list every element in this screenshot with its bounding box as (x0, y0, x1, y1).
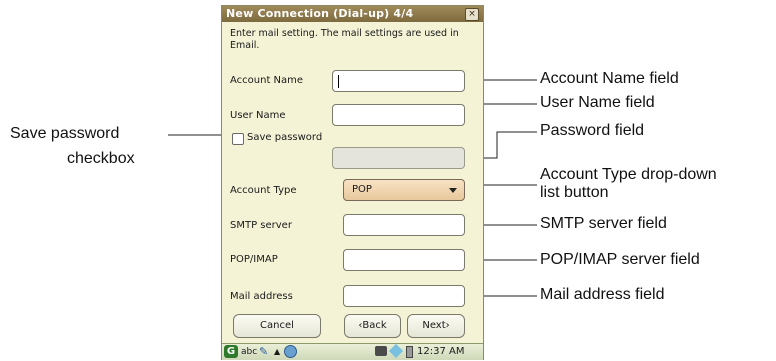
user-name-label: User Name (230, 110, 286, 121)
arrow-up-icon[interactable]: ▲ (274, 347, 280, 356)
battery-icon (406, 346, 413, 358)
save-password-checkbox[interactable] (232, 133, 244, 145)
account-name-label: Account Name (230, 75, 304, 86)
callout-account-type-1: Account Type drop-down (540, 166, 717, 183)
callout-user-name: User Name field (540, 94, 655, 111)
mail-address-label: Mail address (230, 291, 293, 302)
callout-pop-imap: POP/IMAP server field (540, 251, 700, 268)
callout-account-name: Account Name field (540, 70, 679, 87)
account-type-value: POP (352, 184, 372, 195)
save-password-label: Save password (247, 132, 323, 143)
pop-imap-field[interactable] (343, 249, 465, 271)
input-mode-indicator[interactable]: abc (241, 347, 257, 357)
smtp-server-field[interactable] (343, 214, 465, 236)
user-name-field[interactable] (332, 104, 465, 126)
callout-smtp: SMTP server field (540, 215, 667, 232)
title-bar: New Connection (Dial-up) 4/4 × (222, 6, 483, 22)
connection-icon[interactable] (388, 343, 404, 359)
taskbar: G abc ✎ ▲ 12:37 AM (222, 343, 483, 360)
text-caret (338, 75, 339, 88)
network-icon[interactable] (284, 345, 297, 358)
start-icon[interactable]: G (224, 345, 238, 358)
account-type-dropdown[interactable]: POP (343, 179, 465, 201)
back-button[interactable]: ‹Back (344, 314, 401, 338)
callout-password: Password field (540, 122, 645, 139)
account-type-label: Account Type (230, 185, 297, 196)
callout-save-password-2: checkbox (67, 150, 135, 167)
chevron-down-icon (449, 188, 457, 193)
close-icon[interactable]: × (465, 8, 479, 21)
window-title: New Connection (Dial-up) 4/4 (226, 7, 414, 20)
callout-save-password-1: Save password (10, 125, 120, 142)
smtp-server-label: SMTP server (230, 220, 292, 231)
cancel-button[interactable]: Cancel (233, 314, 321, 338)
password-field (332, 147, 465, 169)
next-button[interactable]: Next› (407, 314, 465, 338)
callout-mail-address: Mail address field (540, 286, 665, 303)
clock: 12:37 AM (417, 346, 465, 357)
mail-address-field[interactable] (343, 285, 465, 307)
pen-icon[interactable]: ✎ (259, 345, 268, 358)
callout-account-type-2: list button (540, 184, 609, 201)
pop-imap-label: POP/IMAP (230, 254, 278, 265)
speaker-icon[interactable] (375, 346, 387, 356)
account-name-field[interactable] (332, 70, 465, 92)
instructions-text: Enter mail setting. The mail settings ar… (230, 28, 459, 51)
device-window: New Connection (Dial-up) 4/4 × Enter mai… (221, 5, 484, 360)
